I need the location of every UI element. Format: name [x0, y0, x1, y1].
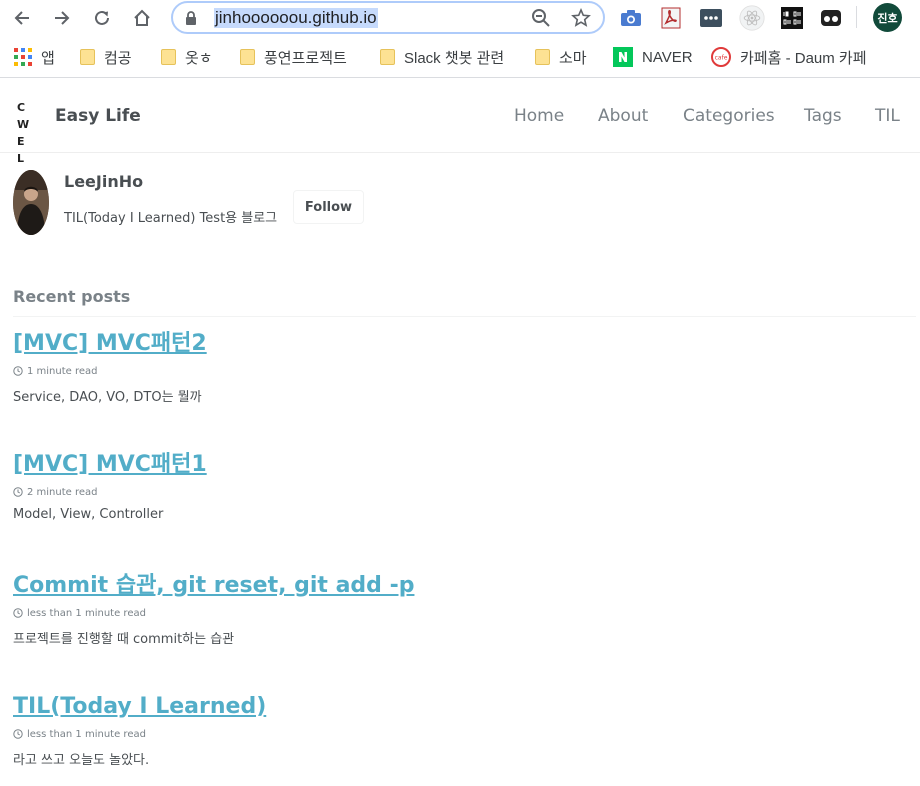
post-meta: less than 1 minute read: [13, 728, 903, 740]
daum-cafe-icon: cafe: [711, 47, 731, 67]
clock-icon: [13, 366, 23, 376]
post-read-time: 1 minute read: [27, 365, 98, 377]
svg-text:cafe: cafe: [715, 55, 728, 62]
bookmark-label: 풍연프로젝트: [264, 49, 347, 67]
bookmark-label: 앱: [41, 49, 55, 67]
extension-binary[interactable]: [779, 5, 805, 31]
bookmark-folder[interactable]: 옷ㅎ: [161, 45, 213, 69]
post-item: [MVC] MVC패턴1 2 minute read Model, View, …: [13, 450, 903, 522]
forward-button[interactable]: [48, 4, 76, 32]
react-icon: [739, 5, 765, 31]
bookmark-apps[interactable]: 앱: [14, 45, 55, 69]
folder-icon: [535, 49, 550, 65]
post-title-link[interactable]: Commit 습관, git reset, git add -p: [13, 571, 414, 601]
author-bio: TIL(Today I Learned) Test용 블로그: [64, 211, 278, 226]
post-item: Commit 습관, git reset, git add -p less th…: [13, 571, 903, 647]
apps-grid-icon: [14, 48, 32, 66]
follow-label: Follow: [304, 199, 353, 215]
bookmark-label: NAVER: [642, 48, 693, 66]
naver-icon: [613, 47, 633, 67]
lock-icon: [186, 11, 196, 25]
camera-icon: [621, 10, 641, 26]
bookmark-star-icon[interactable]: [571, 8, 591, 28]
bookmark-folder[interactable]: 풍연프로젝트: [240, 45, 347, 69]
recent-posts-heading: Recent posts: [13, 287, 916, 317]
bookmark-folder[interactable]: 컴공: [80, 45, 132, 69]
post-read-time: 2 minute read: [27, 486, 98, 498]
author-photo: [13, 170, 49, 235]
nav-til[interactable]: TIL: [875, 106, 900, 126]
post-meta: 2 minute read: [13, 486, 903, 498]
profile-avatar[interactable]: 진호: [873, 3, 902, 32]
post-read-time: less than 1 minute read: [27, 728, 146, 740]
extension-pdf[interactable]: [658, 5, 684, 31]
site-masthead: C W E L Easy Life Home About Categories …: [0, 79, 920, 165]
bookmark-folder[interactable]: Slack 챗봇 관련: [380, 45, 504, 69]
site-logo[interactable]: C W E L: [17, 99, 43, 165]
clock-icon: [13, 487, 23, 497]
folder-icon: [240, 49, 255, 65]
author-avatar: [13, 170, 49, 235]
bookmarks-bar: 앱 컴공 옷ㅎ 풍연프로젝트 Slack 챗봇 관련 소마 NAVER cafe…: [0, 36, 920, 78]
follow-button[interactable]: Follow: [293, 190, 364, 224]
nav-tags[interactable]: Tags: [804, 106, 842, 126]
post-item: [MVC] MVC패턴2 1 minute read Service, DAO,…: [13, 329, 903, 405]
dots-icon: [700, 9, 722, 27]
folder-icon: [80, 49, 95, 65]
nav-about[interactable]: About: [598, 106, 648, 126]
home-icon: [134, 9, 150, 26]
bookmark-label: 옷ㅎ: [185, 49, 213, 67]
extension-dots[interactable]: [698, 5, 724, 31]
reload-button[interactable]: [88, 4, 116, 32]
arrow-left-icon: [14, 11, 29, 25]
bookmark-label: Slack 챗봇 관련: [404, 49, 505, 67]
bookmark-label: 소마: [559, 49, 587, 67]
bookmark-daum-cafe[interactable]: cafe 카페홈 - Daum 카페: [711, 45, 867, 69]
bookmark-naver[interactable]: NAVER: [613, 45, 693, 69]
back-button[interactable]: [8, 4, 36, 32]
post-excerpt: 프로젝트를 진행할 때 commit하는 습관: [13, 632, 235, 647]
post-meta: 1 minute read: [13, 365, 903, 377]
post-meta: less than 1 minute read: [13, 607, 903, 619]
folder-icon: [161, 49, 176, 65]
bookmark-folder[interactable]: 소마: [535, 45, 587, 69]
browser-toolbar: jinhoooooou.github.io 진호: [0, 0, 920, 36]
post-title-link[interactable]: TIL(Today I Learned): [13, 692, 266, 722]
post-item: TIL(Today I Learned) less than 1 minute …: [13, 692, 903, 768]
toolbar-divider: [856, 6, 857, 28]
post-excerpt: Model, View, Controller: [13, 507, 164, 522]
folder-icon: [380, 49, 395, 65]
bookmark-label: 카페홈 - Daum 카페: [740, 49, 867, 67]
nav-categories[interactable]: Categories: [683, 106, 775, 126]
reload-icon: [95, 10, 109, 25]
extension-mask[interactable]: [818, 5, 844, 31]
clock-icon: [13, 608, 23, 618]
author-name: LeeJinHo: [64, 172, 144, 191]
post-excerpt: Service, DAO, VO, DTO는 뭘까: [13, 390, 202, 405]
home-button[interactable]: [128, 4, 156, 32]
post-title-link[interactable]: [MVC] MVC패턴1: [13, 450, 207, 480]
address-bar[interactable]: jinhoooooou.github.io: [171, 1, 605, 34]
post-title-link[interactable]: [MVC] MVC패턴2: [13, 329, 207, 359]
mask-icon: [821, 10, 841, 26]
clock-icon: [13, 729, 23, 739]
binary-icon: [781, 7, 803, 29]
pdf-icon: [661, 7, 681, 29]
nav-home[interactable]: Home: [514, 106, 564, 126]
site-title[interactable]: Easy Life: [55, 106, 141, 126]
post-excerpt: 라고 쓰고 오늘도 놀았다.: [13, 753, 150, 768]
extension-react[interactable]: [739, 5, 765, 31]
bookmark-label: 컴공: [104, 49, 132, 67]
extension-camera[interactable]: [618, 5, 644, 31]
url-text[interactable]: jinhoooooou.github.io: [214, 8, 378, 28]
arrow-right-icon: [55, 11, 70, 25]
zoom-icon[interactable]: [531, 8, 551, 28]
profile-initials: 진호: [877, 11, 898, 25]
post-read-time: less than 1 minute read: [27, 607, 146, 619]
